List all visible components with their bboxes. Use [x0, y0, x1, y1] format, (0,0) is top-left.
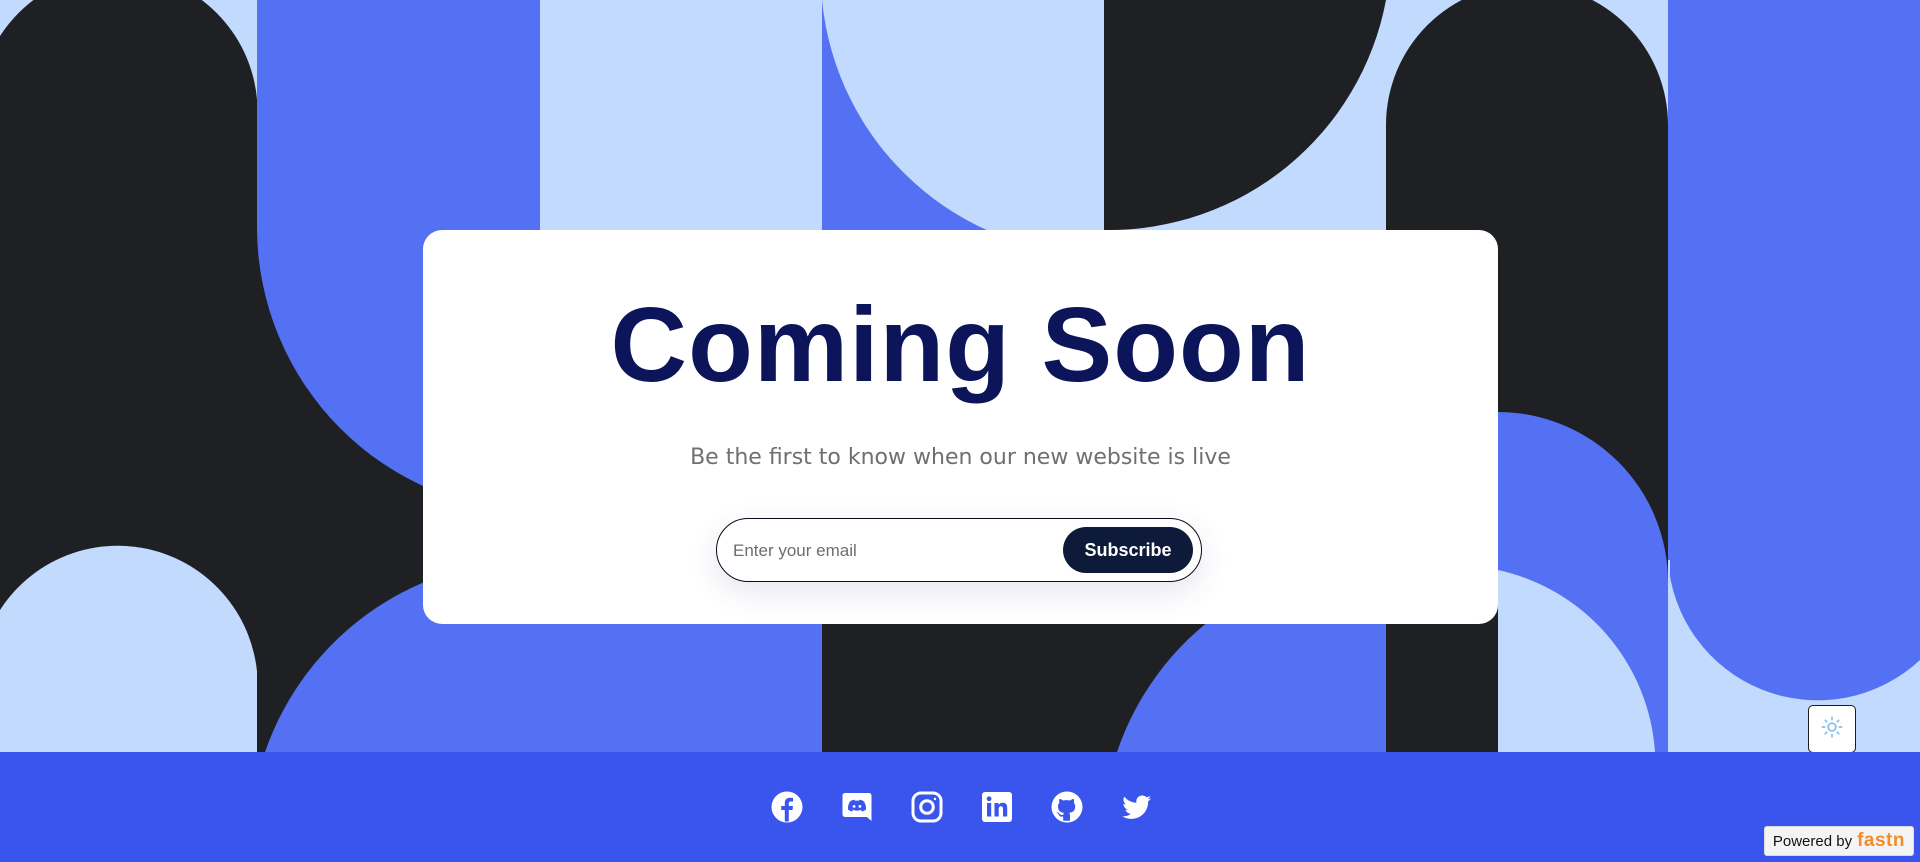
theme-toggle-button[interactable]: [1808, 705, 1856, 753]
subtitle: Be the first to know when our new websit…: [690, 445, 1231, 470]
sun-icon: [1821, 716, 1843, 743]
powered-by-label: Powered by: [1772, 832, 1853, 850]
powered-by-badge[interactable]: Powered by fastn: [1763, 826, 1914, 856]
instagram-icon[interactable]: [910, 790, 944, 824]
discord-icon[interactable]: [840, 790, 874, 824]
twitter-icon[interactable]: [1120, 790, 1154, 824]
facebook-icon[interactable]: [770, 790, 804, 824]
email-field[interactable]: [731, 533, 1055, 569]
coming-soon-card: Coming Soon Be the first to know when ou…: [423, 230, 1498, 624]
linkedin-icon[interactable]: [980, 790, 1014, 824]
page-title: Coming Soon: [610, 286, 1311, 404]
fastn-logo: fastn: [1857, 830, 1905, 851]
github-icon[interactable]: [1050, 790, 1084, 824]
subscribe-button[interactable]: Subscribe: [1063, 527, 1193, 573]
subscribe-form: Subscribe: [716, 518, 1202, 582]
social-links: [770, 790, 1154, 824]
